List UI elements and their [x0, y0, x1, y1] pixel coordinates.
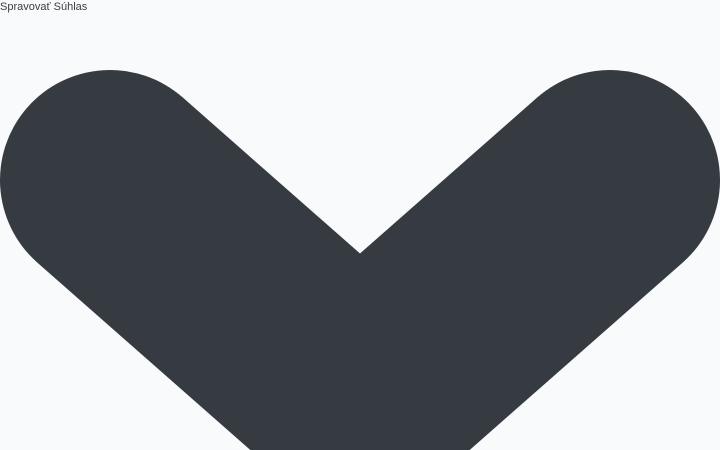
chevron-shape [0, 70, 720, 450]
chevron-down-icon [0, 70, 720, 450]
consent-toggle-button[interactable] [0, 0, 720, 450]
